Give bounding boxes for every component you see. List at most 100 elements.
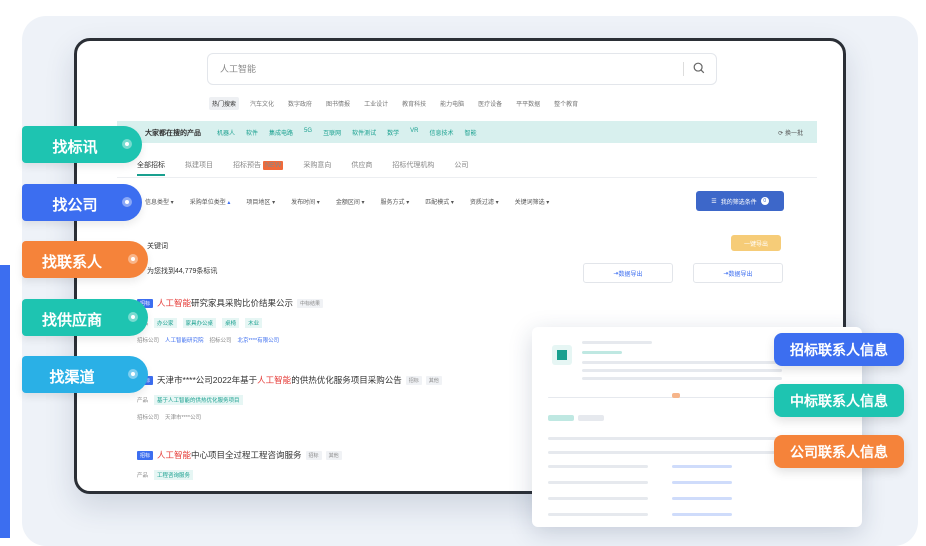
- tab-purchase-intent[interactable]: 采购意向: [303, 160, 331, 176]
- placeholder-line: [548, 465, 648, 468]
- result-title[interactable]: 天津市****公司2022年基于人工智能的供热优化服务项目采购公告: [157, 374, 402, 386]
- tag-bid-contact-info: 招标联系人信息: [774, 333, 904, 366]
- list-item[interactable]: 招标 人工智能中心项目全过程工程咨询服务 招标 其他 产品 工程咨询服务: [137, 449, 342, 480]
- filter-dropdown[interactable]: 资质过滤 ▾: [470, 197, 499, 206]
- filter-dropdown[interactable]: 金额区间 ▾: [336, 197, 365, 206]
- hot-search-item[interactable]: 整个教育: [551, 97, 581, 110]
- side-pill-find-suppliers[interactable]: 找供应商: [22, 299, 148, 336]
- filter-dropdown[interactable]: 关键词筛选 ▾: [515, 197, 550, 206]
- tab-bid-preview[interactable]: 招标预告 NEW: [233, 160, 284, 176]
- filter-label: 关键词筛选: [514, 200, 545, 206]
- left-accent-strip: [0, 265, 10, 538]
- tab-divider: [117, 177, 817, 178]
- tab-bid-preview-label: 招标预告: [233, 162, 261, 169]
- hot-search-item[interactable]: 能力电脑: [437, 97, 467, 110]
- placeholder-line: [582, 351, 622, 354]
- one-click-export-button[interactable]: 一键导出: [731, 235, 781, 251]
- filter-dropdown[interactable]: 服务方式 ▾: [381, 197, 410, 206]
- product-chip[interactable]: 基于人工智能的供热优化服务项目: [154, 395, 243, 405]
- filter-row: 信息类型 ▾ 采购单位类型 ▴ 项目地区 ▾ 发布时间 ▾ 金额区间 ▾ 服务方…: [145, 197, 549, 206]
- popular-products-bar: 大家都在搜的产品 机器人 软件 集成电路 5G 互联网 软件测试 数学 VR 信…: [117, 121, 817, 143]
- dot-icon: [128, 254, 138, 264]
- hot-search-item[interactable]: 图书情报: [323, 97, 353, 110]
- popular-product-item[interactable]: 集成电路: [269, 128, 293, 137]
- placeholder-badge: [672, 393, 680, 398]
- company-label: 招标公司: [137, 415, 160, 421]
- company-name[interactable]: 天津市****公司: [165, 413, 201, 421]
- popular-products-label: 大家都在搜的产品: [145, 130, 201, 137]
- meta-label: 产品: [137, 473, 149, 479]
- hot-search-item[interactable]: 汽车文化: [247, 97, 277, 110]
- list-item[interactable]: 招标 人工智能研究家具采购比价结果公示 中标结果 产品 办公家 家具办公桌 桌椅…: [137, 297, 324, 344]
- placeholder-line: [582, 361, 782, 364]
- tag-winner-contact-info: 中标联系人信息: [774, 384, 904, 417]
- filter-label: 匹配模式: [425, 200, 450, 206]
- popular-product-item[interactable]: 5G: [304, 128, 312, 137]
- filter-label: 项目地区: [246, 200, 271, 206]
- product-chip[interactable]: 家具办公桌: [182, 318, 217, 328]
- filter-dropdown[interactable]: 匹配模式 ▾: [425, 197, 454, 206]
- saved-filters-count: 0: [760, 197, 769, 205]
- tab-companies[interactable]: 公司: [454, 160, 468, 176]
- popular-product-item[interactable]: 机器人: [217, 128, 235, 137]
- tab-suppliers[interactable]: 供应商: [351, 160, 372, 176]
- placeholder-line: [672, 465, 732, 468]
- export-button[interactable]: ⇥ 数据导出: [693, 263, 783, 283]
- placeholder-line: [672, 497, 732, 500]
- filter-dropdown[interactable]: 发布时间 ▾: [291, 197, 320, 206]
- title-highlight: 人工智能: [157, 298, 192, 308]
- product-chip[interactable]: 办公家: [154, 318, 177, 328]
- product-chip[interactable]: 工程咨询服务: [154, 470, 194, 480]
- side-pill-find-channels[interactable]: 找渠道: [22, 356, 148, 393]
- dot-icon: [128, 312, 138, 322]
- title-pre: 天津市****公司2022年基于: [157, 375, 258, 385]
- keyword-label: 关键词: [147, 243, 168, 250]
- result-title[interactable]: 人工智能研究家具采购比价结果公示: [157, 297, 293, 309]
- tag-company-contact-info: 公司联系人信息: [774, 435, 904, 468]
- popular-product-item[interactable]: 互联网: [323, 128, 341, 137]
- hot-search-item[interactable]: 数字政府: [285, 97, 315, 110]
- refresh-button[interactable]: ⟳ 换一批: [778, 128, 803, 137]
- company-link[interactable]: 人工智能研究院: [165, 336, 204, 344]
- pill-label: 找联系人: [41, 254, 102, 271]
- side-pill-find-contacts[interactable]: 找联系人: [22, 241, 148, 278]
- hot-search-item[interactable]: 工业设计: [361, 97, 391, 110]
- search-input[interactable]: 人工智能: [207, 53, 717, 85]
- popular-product-item[interactable]: 数学: [387, 128, 399, 137]
- dot-icon: [122, 139, 132, 149]
- side-pill-find-companies[interactable]: 找公司: [22, 184, 142, 221]
- refresh-label: 换一批: [784, 131, 803, 137]
- saved-filters-button[interactable]: ☰ 我的筛选条件 0: [696, 191, 784, 211]
- product-chip[interactable]: 木业: [245, 318, 263, 328]
- export-button[interactable]: ⇥ 数据导出: [583, 263, 673, 283]
- filter-dropdown[interactable]: 采购单位类型 ▴: [190, 197, 231, 206]
- popular-product-item[interactable]: 信息技术: [429, 128, 453, 137]
- popular-product-item[interactable]: 软件测试: [352, 128, 376, 137]
- pill-label: 找渠道: [49, 369, 95, 386]
- result-badge: 招标: [405, 375, 422, 385]
- hot-search-item[interactable]: 教育科技: [399, 97, 429, 110]
- filter-dropdown[interactable]: 项目地区 ▾: [246, 197, 275, 206]
- agent-link[interactable]: 北京****有限公司: [238, 336, 280, 344]
- placeholder-line: [672, 513, 732, 516]
- placeholder-line: [582, 369, 782, 372]
- list-item[interactable]: 招标 天津市****公司2022年基于人工智能的供热优化服务项目采购公告 招标 …: [137, 374, 442, 421]
- pill-label: 找标讯: [52, 139, 98, 156]
- tab-agencies[interactable]: 招标代理机构: [392, 160, 434, 176]
- popular-product-item[interactable]: 智能: [464, 128, 476, 137]
- search-icon[interactable]: [692, 61, 706, 75]
- result-count: 为您找到44,779条标讯: [147, 268, 218, 275]
- side-pill-find-bids[interactable]: 找标讯: [22, 126, 142, 163]
- saved-filters-label: 我的筛选条件: [720, 199, 757, 206]
- hot-search-item[interactable]: 医疗设备: [475, 97, 505, 110]
- title-rest: 的供热优化服务项目采购公告: [291, 375, 402, 385]
- tab-all-bids[interactable]: 全部招标: [137, 160, 165, 176]
- product-chip[interactable]: 桌椅: [222, 318, 240, 328]
- filter-label: 金额区间: [335, 200, 360, 206]
- popular-product-item[interactable]: VR: [410, 128, 418, 137]
- filter-dropdown[interactable]: 信息类型 ▾: [145, 197, 174, 206]
- hot-search-item[interactable]: 平平数据: [513, 97, 543, 110]
- tab-proposed-projects[interactable]: 拟建项目: [185, 160, 213, 176]
- result-title[interactable]: 人工智能中心项目全过程工程咨询服务: [157, 449, 302, 461]
- popular-product-item[interactable]: 软件: [246, 128, 258, 137]
